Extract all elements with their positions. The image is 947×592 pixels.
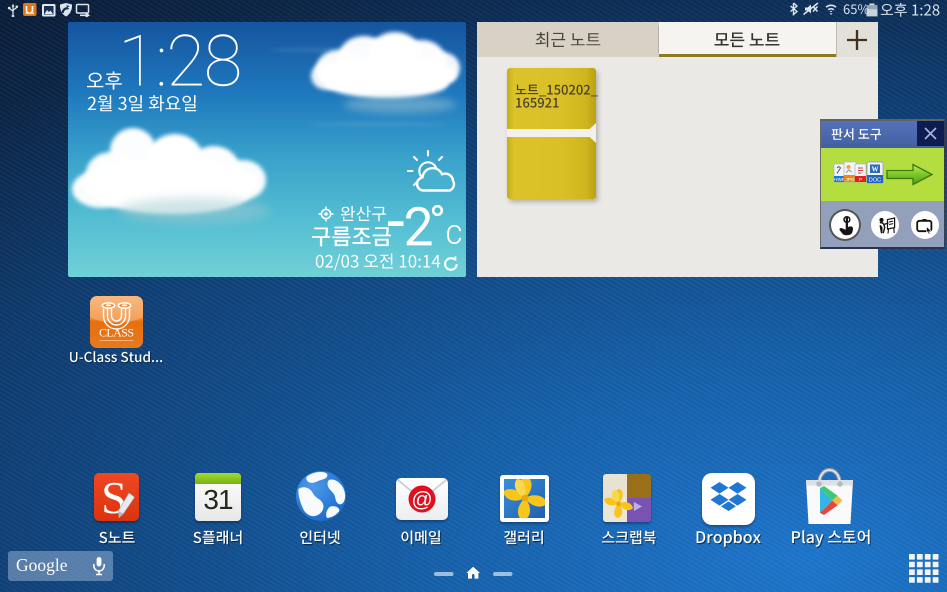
svg-text:CLASS: CLASS: [99, 326, 134, 340]
svg-text:P: P: [859, 177, 862, 182]
svg-text:@: @: [411, 489, 432, 512]
svg-text:DOC: DOC: [869, 178, 881, 184]
svg-text:W: W: [872, 166, 879, 174]
svg-text:JPG: JPG: [846, 177, 855, 182]
svg-text:HWP: HWP: [834, 177, 845, 182]
